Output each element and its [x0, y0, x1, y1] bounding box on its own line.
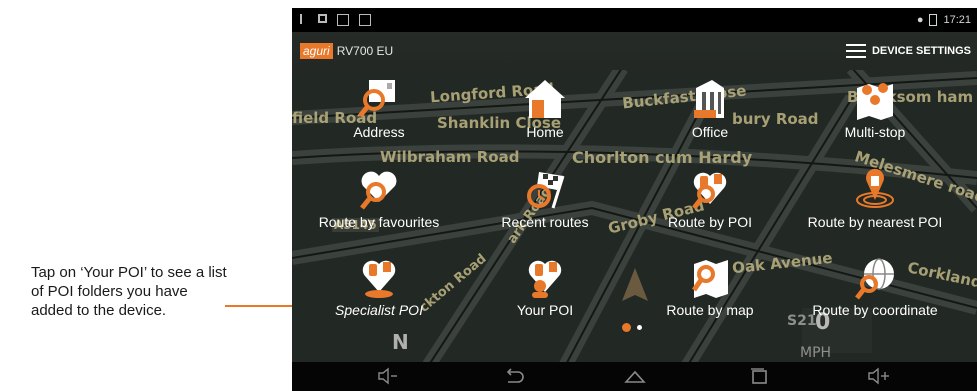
menu-label: Route by favourites	[318, 214, 440, 230]
page-dot-active[interactable]	[622, 323, 631, 332]
menu-label: Route by map	[666, 302, 754, 318]
menu-route-by-favourites[interactable]: Route by favourites	[304, 168, 454, 230]
globe-search-icon	[855, 258, 894, 300]
multi-stop-map-icon	[857, 83, 893, 120]
office-building-icon	[694, 80, 724, 118]
menu-route-by-poi[interactable]: Route by POI	[635, 168, 785, 230]
app-header: aguri RV700 EU DEVICE SETTINGS	[292, 32, 977, 70]
menu-label: Route by coordinate	[812, 302, 938, 318]
recent-routes-flag-icon	[527, 172, 565, 209]
page-indicator	[622, 323, 642, 332]
volume-up-icon[interactable]	[867, 366, 893, 386]
menu-route-by-coordinate[interactable]: Route by coordinate	[800, 256, 950, 318]
menu-label: Recent routes	[501, 214, 589, 230]
menu-your-poi[interactable]: Your POI	[470, 256, 620, 318]
menu-label: Route by nearest POI	[807, 214, 943, 230]
menu-label: Specialist POI	[335, 302, 423, 318]
device-model: RV700 EU	[336, 44, 394, 58]
menu-office[interactable]: Office	[635, 78, 785, 140]
device-screen: Longford Road Buckfast Close Branksom ha…	[292, 8, 977, 391]
status-time: 17:21	[943, 14, 971, 26]
image-icon	[337, 14, 349, 26]
speed-unit: MPH	[800, 345, 832, 361]
menu-label: Route by POI	[667, 214, 753, 230]
device-settings-button[interactable]: DEVICE SETTINGS	[845, 44, 977, 58]
menu-label: Office	[691, 124, 729, 140]
poi-icon	[692, 172, 727, 210]
brand: aguri RV700 EU	[292, 43, 393, 59]
usb-icon	[300, 14, 308, 24]
hamburger-menu-icon	[845, 44, 866, 58]
location-pin-icon: ●	[916, 14, 924, 26]
callout-text: Tap on ‘Your POI’ to see a list of POI f…	[31, 264, 227, 319]
menu-label: Address	[353, 124, 405, 140]
menu-recent-routes[interactable]: Recent routes	[470, 168, 620, 230]
menu-route-by-map[interactable]: Route by map	[635, 256, 785, 318]
street-label: Chorlton cum Hardy	[572, 148, 753, 167]
gallery-icon	[359, 14, 371, 26]
map-search-icon	[691, 260, 728, 298]
menu-label: Your POI	[516, 302, 574, 318]
menu-label: Multi-stop	[844, 124, 906, 140]
aguri-logo: aguri	[300, 43, 333, 59]
menu-route-by-nearest-poi[interactable]: Route by nearest POI	[800, 168, 950, 230]
street-label: Wilbraham Road	[380, 148, 520, 166]
menu-multi-stop[interactable]: Multi-stop	[800, 78, 950, 140]
lock-icon	[318, 14, 327, 23]
page-dot[interactable]	[637, 325, 642, 330]
menu-label: Home	[526, 124, 564, 140]
menu-address[interactable]: Address	[304, 78, 454, 140]
home-icon	[525, 80, 565, 118]
recent-apps-icon[interactable]	[747, 366, 771, 386]
menu-home[interactable]: Home	[470, 78, 620, 140]
your-poi-icon	[528, 260, 562, 298]
menu-specialist-poi[interactable]: Specialist POI	[304, 256, 454, 318]
specialist-poi-icon	[362, 260, 396, 298]
status-bar: ● 17:21	[292, 8, 977, 32]
home-nav-icon[interactable]	[623, 366, 647, 386]
back-icon[interactable]	[502, 366, 526, 386]
battery-icon	[929, 14, 938, 26]
favourites-heart-icon	[360, 171, 397, 210]
nearest-poi-target-icon	[856, 168, 894, 208]
address-search-icon	[358, 80, 395, 118]
system-navigation-bar	[292, 362, 977, 391]
device-settings-label: DEVICE SETTINGS	[871, 45, 971, 57]
volume-down-icon[interactable]	[377, 366, 399, 386]
compass-heading: N	[392, 330, 409, 354]
